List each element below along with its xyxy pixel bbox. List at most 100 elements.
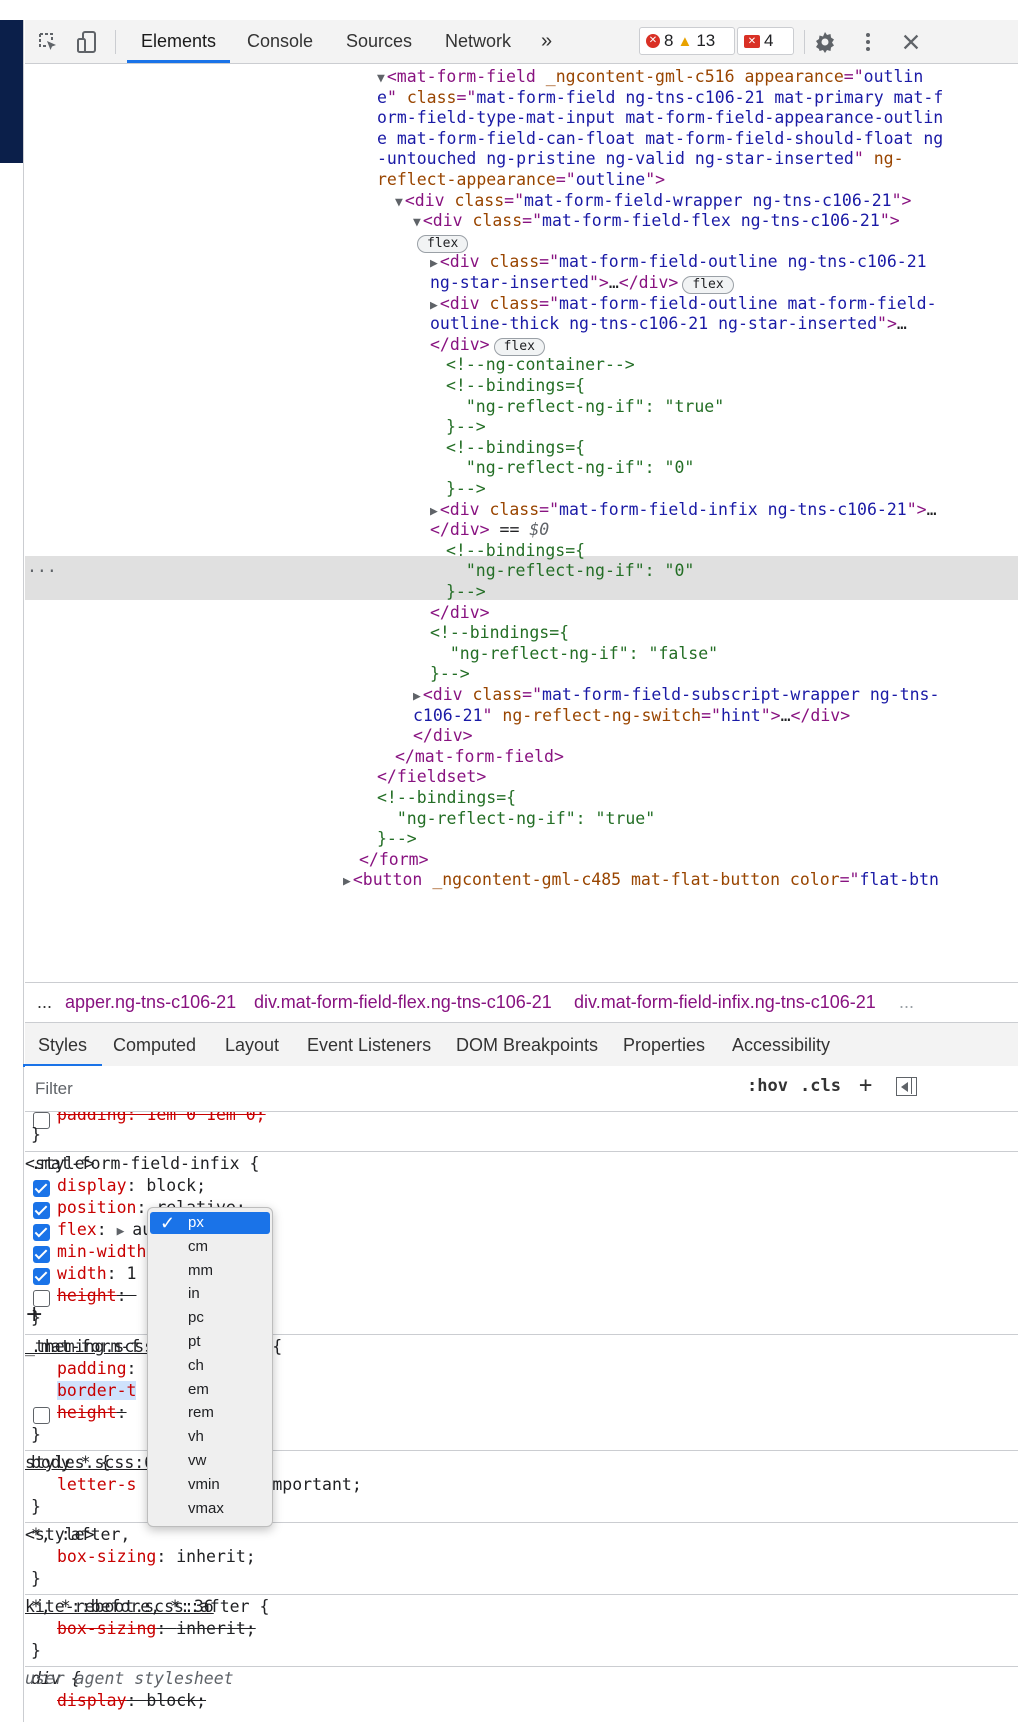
filter-input[interactable] — [29, 1072, 817, 1106]
tab-properties[interactable]: Properties — [623, 1023, 705, 1067]
more-tabs-button[interactable]: » — [541, 20, 552, 63]
dom-node-line[interactable]: ▶ <div class="mat-form-field-outline ng-t… — [430, 251, 927, 273]
breadcrumb-item[interactable]: apper.ng-tns-c106-21 — [65, 992, 236, 1013]
dom-node-line[interactable]: "ng-reflect-ng-if": "0" — [446, 560, 695, 582]
dom-node-line[interactable]: <!--bindings={ — [446, 540, 585, 562]
property-line[interactable]: box-sizing: inherit; — [57, 1618, 256, 1640]
dom-node-line[interactable]: e mat-form-field-can-float mat-form-fiel… — [377, 128, 943, 150]
dom-node-line[interactable]: </fieldset> — [377, 766, 486, 788]
device-toggle-icon[interactable] — [74, 29, 100, 55]
dom-node-line[interactable]: <!--bindings={ — [446, 375, 585, 397]
property-line[interactable]: padding: 1em 0 1em 0; — [57, 1112, 266, 1126]
property-line[interactable]: box-sizing: inherit; — [57, 1546, 256, 1568]
breadcrumb-more[interactable]: ... — [37, 992, 52, 1013]
unit-option-ch[interactable]: ch — [150, 1355, 270, 1377]
unit-option-pt[interactable]: pt — [150, 1331, 270, 1353]
dom-node-line[interactable]: }--> — [446, 478, 486, 500]
unit-option-in[interactable]: in — [150, 1283, 270, 1305]
tab-event-listeners[interactable]: Event Listeners — [307, 1023, 431, 1067]
rule-source[interactable]: <style> — [25, 1524, 1018, 1546]
dom-node-line[interactable]: }--> — [430, 663, 470, 685]
property-checkbox[interactable] — [33, 1202, 50, 1219]
hov-toggle[interactable]: :hov — [747, 1076, 788, 1096]
dom-node-line[interactable]: ▼ <div class="mat-form-field-flex ng-tns-… — [413, 210, 900, 232]
unit-option-rem[interactable]: rem — [150, 1402, 270, 1424]
gear-icon[interactable] — [812, 29, 838, 55]
flex-badge[interactable]: flex — [417, 234, 469, 253]
expand-triangle-icon[interactable]: ▶ — [117, 1224, 133, 1239]
rule-source[interactable]: <style> — [25, 1153, 1018, 1175]
property-checkbox[interactable] — [33, 1180, 50, 1197]
tab-dom-breakpoints[interactable]: DOM Breakpoints — [456, 1023, 598, 1067]
dom-node-line[interactable]: ▶ <div class="mat-form-field-outline mat-… — [430, 293, 937, 315]
dom-node-line[interactable]: "ng-reflect-ng-if": "0" — [446, 457, 695, 479]
tab-network[interactable]: Network — [445, 20, 511, 63]
dom-node-line[interactable]: <!--ng-container--> — [446, 354, 635, 376]
cls-toggle[interactable]: .cls — [800, 1076, 841, 1096]
property-line[interactable]: border-t — [57, 1380, 137, 1402]
inspect-icon[interactable] — [35, 29, 61, 55]
unit-option-vmin[interactable]: vmin — [150, 1474, 270, 1496]
dom-node-line[interactable]: <!--bindings={ — [446, 437, 585, 459]
tab-accessibility[interactable]: Accessibility — [732, 1023, 830, 1067]
dom-node-line[interactable]: outline-thick ng-tns-c106-21 ng-star-ins… — [430, 313, 907, 335]
unit-option-em[interactable]: em — [150, 1379, 270, 1401]
unit-option-mm[interactable]: mm — [150, 1260, 270, 1282]
breadcrumb-overflow[interactable]: ... — [899, 992, 914, 1013]
property-checkbox[interactable] — [33, 1407, 50, 1424]
dom-node-line[interactable]: ▼ <div class="mat-form-field-wrapper ng-t… — [395, 190, 911, 212]
dom-node-line[interactable]: </div> flex — [430, 334, 545, 356]
tab-styles[interactable]: Styles — [22, 1023, 103, 1067]
property-line[interactable]: height: — [57, 1402, 127, 1424]
dom-node-line[interactable]: -untouched ng-pristine ng-valid ng-star-… — [377, 148, 904, 170]
unit-option-vmax[interactable]: vmax — [150, 1498, 270, 1520]
flex-badge[interactable]: flex — [682, 276, 734, 294]
unit-dropdown-menu[interactable]: ✓ px cm mm in pc pt ch em rem vh vw vmin vmax — [147, 1207, 273, 1527]
console-counts[interactable]: ✕ 8 ▲ 13 — [639, 27, 735, 55]
dom-node-line[interactable]: c106-21" ng-reflect-ng-switch="hint">…</… — [413, 705, 850, 727]
dom-node-line[interactable]: "ng-reflect-ng-if": "false" — [430, 643, 718, 665]
dom-node-line[interactable]: e" class="mat-form-field ng-tns-c106-21 … — [377, 87, 943, 109]
tab-sources[interactable]: Sources — [346, 20, 412, 63]
dom-node-line[interactable]: }--> — [446, 581, 486, 603]
dom-node-line[interactable]: reflect-appearance="outline"> — [377, 169, 665, 191]
property-checkbox[interactable] — [33, 1224, 50, 1241]
flex-badge[interactable]: flex — [493, 337, 545, 356]
issues-badge[interactable]: ✕ 4 — [737, 27, 794, 55]
dom-node-line[interactable]: <!--bindings={ — [430, 622, 569, 644]
unit-option-vw[interactable]: vw — [150, 1450, 270, 1472]
breadcrumb-item[interactable]: div.mat-form-field-flex.ng-tns-c106-21 — [254, 992, 552, 1013]
tab-console[interactable]: Console — [247, 20, 313, 63]
dom-node-line[interactable]: ▼ <mat-form-field _ngcontent-gml-c516 app… — [377, 66, 923, 88]
tab-elements[interactable]: Elements — [126, 20, 231, 63]
rule-source[interactable]: kite-reboot.scss:36 — [25, 1596, 1018, 1618]
property-line[interactable]: width: 1 — [57, 1263, 136, 1285]
node-actions-dots[interactable]: ... — [27, 556, 57, 578]
dom-node-line[interactable]: ▶ <div class="mat-form-field-subscript-wr… — [413, 684, 939, 706]
new-rule-button[interactable]: + — [859, 1073, 872, 1098]
toggle-sidebar-icon[interactable] — [896, 1077, 917, 1096]
tab-computed[interactable]: Computed — [113, 1023, 196, 1067]
dom-node-line[interactable]: </div> — [430, 602, 490, 624]
close-icon[interactable] — [898, 29, 924, 55]
unit-option-vh[interactable]: vh — [150, 1426, 270, 1448]
dom-node-line[interactable]: </mat-form-field> — [395, 746, 564, 768]
dom-node-line[interactable]: flex — [417, 231, 469, 253]
dom-node-line[interactable]: ng-star-inserted">…</div> flex — [430, 272, 734, 294]
dom-node-line[interactable]: "ng-reflect-ng-if": "true" — [446, 396, 724, 418]
property-line[interactable]: padding: — [57, 1358, 136, 1380]
dom-node-line[interactable]: }--> — [446, 416, 486, 438]
property-checkbox[interactable] — [33, 1268, 50, 1285]
unit-option-px[interactable]: ✓ px — [150, 1212, 270, 1234]
dom-node-line[interactable]: <!--bindings={ — [377, 787, 516, 809]
dom-node-line[interactable]: ▶ <button _ngcontent-gml-c485 mat-flat-bu… — [343, 869, 939, 891]
unit-option-cm[interactable]: cm — [150, 1236, 270, 1258]
breadcrumb-item-active[interactable]: div.mat-form-field-infix.ng-tns-c106-21 — [574, 992, 876, 1013]
property-line[interactable]: display: block; — [57, 1690, 206, 1712]
tab-layout[interactable]: Layout — [225, 1023, 279, 1067]
dom-node-line[interactable]: </div> == $0 — [430, 519, 549, 541]
dom-node-line[interactable]: orm-field-type-mat-input mat-form-field-… — [377, 107, 943, 129]
dom-node-line[interactable]: ▶ <div class="mat-form-field-infix ng-tns… — [430, 499, 937, 521]
dom-node-line[interactable]: </div> — [413, 725, 473, 747]
unit-option-pc[interactable]: pc — [150, 1307, 270, 1329]
